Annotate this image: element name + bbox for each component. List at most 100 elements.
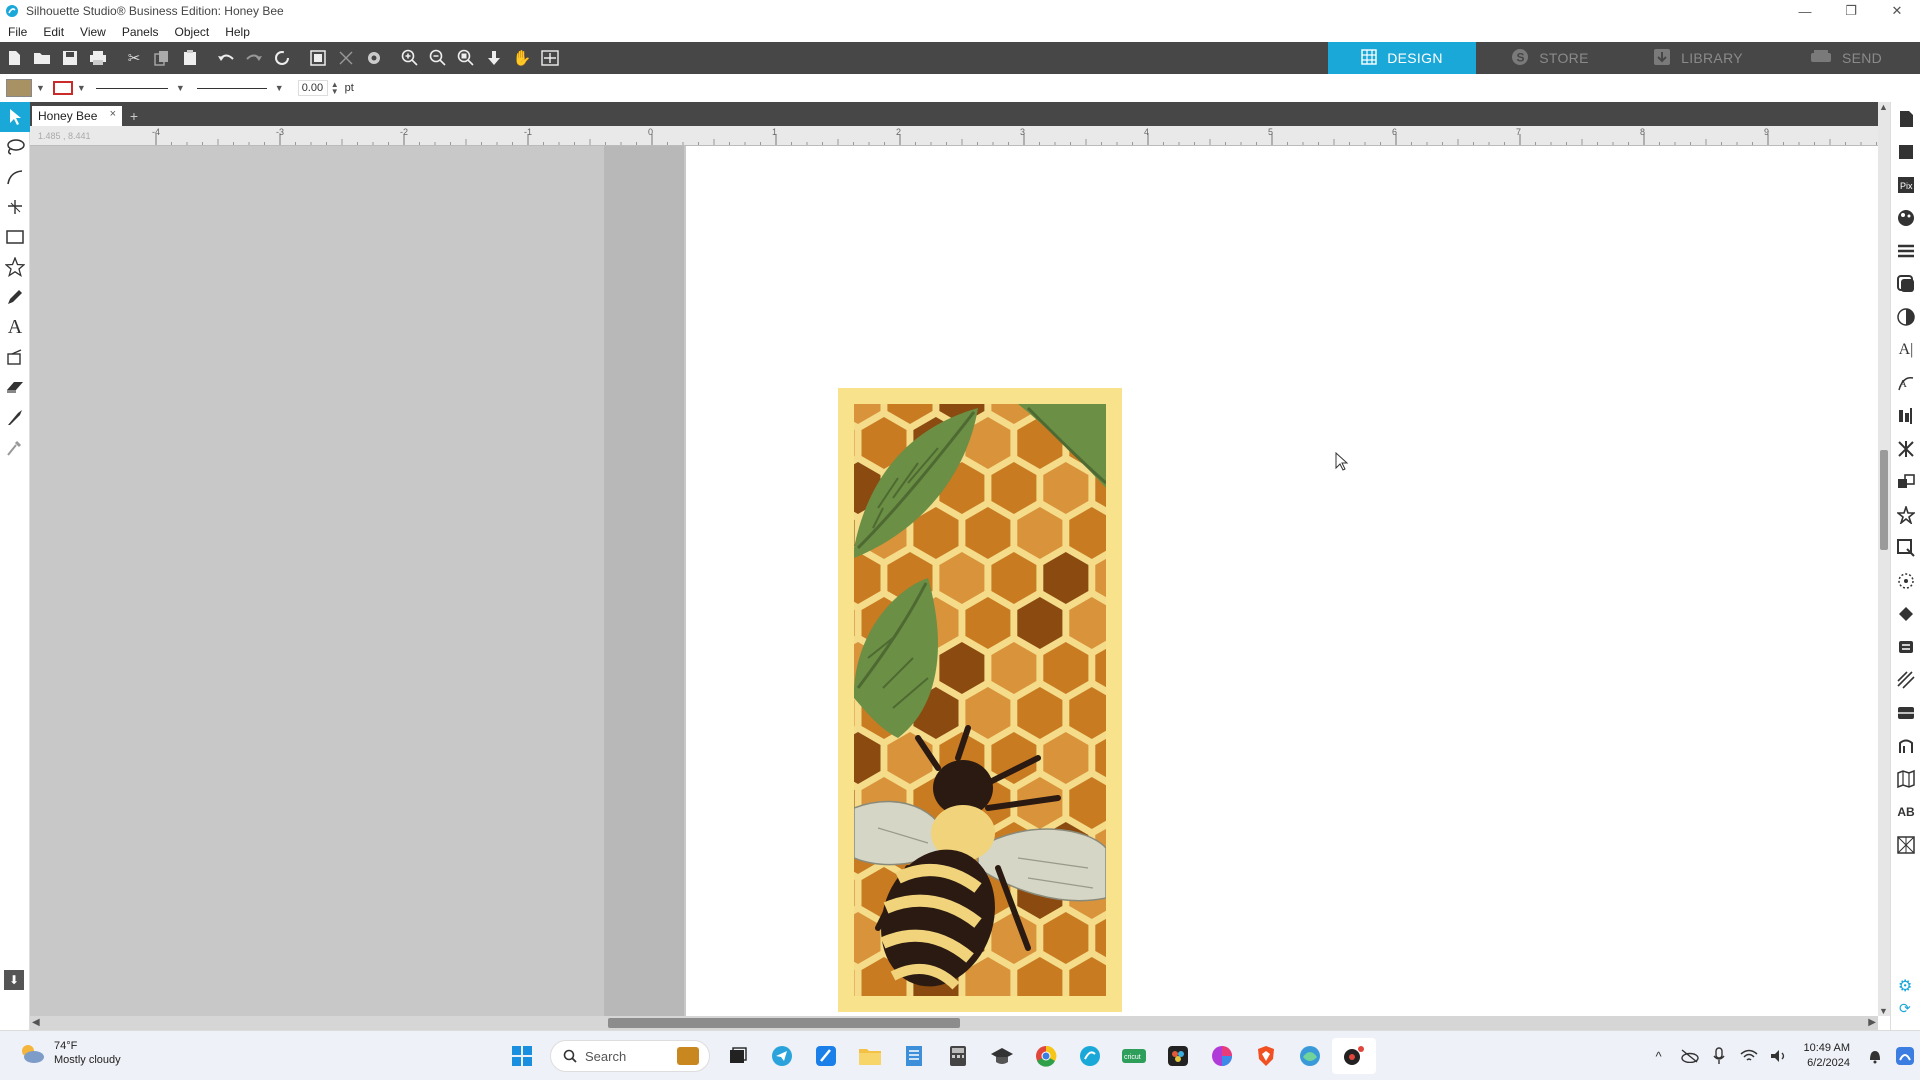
group-icon[interactable] xyxy=(304,44,332,72)
pan-hand-icon[interactable]: ✋ xyxy=(508,44,536,72)
line-style-chevron-icon[interactable]: ▼ xyxy=(176,83,185,93)
menu-help[interactable]: Help xyxy=(217,25,258,39)
notepad-icon[interactable] xyxy=(892,1038,936,1074)
align-icon[interactable] xyxy=(1891,399,1920,432)
transform-icon[interactable] xyxy=(1891,432,1920,465)
cricut-icon[interactable]: cricut xyxy=(1112,1038,1156,1074)
menu-object[interactable]: Object xyxy=(167,25,218,39)
fill-color-swatch[interactable] xyxy=(6,79,32,97)
page-setup-icon[interactable] xyxy=(1891,102,1920,135)
line-join-chevron-icon[interactable]: ▼ xyxy=(275,83,284,93)
knife-tool-icon[interactable] xyxy=(0,402,30,432)
calculator-icon[interactable] xyxy=(936,1038,980,1074)
print-icon[interactable] xyxy=(84,44,112,72)
line-style-select[interactable] xyxy=(95,87,168,89)
davinci-icon[interactable] xyxy=(1156,1038,1200,1074)
tab-design[interactable]: DESIGN xyxy=(1328,42,1476,74)
horizontal-scrollbar[interactable]: ◀ ▶ xyxy=(30,1016,1878,1030)
pix-scan-icon[interactable]: Pix xyxy=(1891,168,1920,201)
line-width-stepper-icon[interactable]: ▲ ▼ xyxy=(331,81,339,96)
line-color-chevron-icon[interactable]: ▼ xyxy=(77,83,86,93)
scroll-right-arrow-icon[interactable]: ▶ xyxy=(1868,1017,1876,1028)
transparency-icon[interactable] xyxy=(1891,300,1920,333)
doc-tab-close-icon[interactable]: × xyxy=(110,108,116,120)
save-icon[interactable] xyxy=(56,44,84,72)
cut-icon[interactable]: ✂ xyxy=(120,44,148,72)
replicate-icon[interactable] xyxy=(1891,465,1920,498)
text-style-icon[interactable]: A| xyxy=(1891,333,1920,366)
volume-icon[interactable] xyxy=(1764,1041,1794,1071)
fill-dropdown-chevron-icon[interactable]: ▼ xyxy=(36,83,45,93)
system-clock[interactable]: 10:49 AM 6/2/2024 xyxy=(1794,1041,1860,1071)
notification-bell-icon[interactable] xyxy=(1860,1041,1890,1071)
horizontal-scroll-thumb[interactable] xyxy=(608,1018,960,1028)
canvas-area[interactable] xyxy=(30,146,1878,1016)
layers-icon[interactable] xyxy=(1891,663,1920,696)
taskbar-search-box[interactable]: Search xyxy=(550,1040,710,1072)
add-tab-button[interactable]: + xyxy=(125,106,143,126)
lasso-tool-icon[interactable] xyxy=(0,132,30,162)
silhouette-app-icon[interactable] xyxy=(1068,1038,1112,1074)
refresh-icon[interactable]: ⟳ xyxy=(1899,1000,1911,1017)
notes-app-icon[interactable] xyxy=(804,1038,848,1074)
doc-tab-honey-bee[interactable]: Honey Bee × xyxy=(32,106,122,126)
curve-tool-icon[interactable] xyxy=(0,162,30,192)
fit-page-icon[interactable] xyxy=(536,44,564,72)
line-join-select[interactable] xyxy=(196,87,267,89)
settings-gear-icon[interactable]: ⚙ xyxy=(1898,976,1912,996)
onedrive-offline-icon[interactable] xyxy=(1674,1041,1704,1071)
pen-tool-icon[interactable] xyxy=(0,282,30,312)
tab-send[interactable]: SEND xyxy=(1772,42,1920,74)
minimize-button[interactable]: — xyxy=(1782,0,1828,22)
undo-icon[interactable] xyxy=(212,44,240,72)
line-color-swatch[interactable] xyxy=(52,81,73,95)
weld-icon[interactable] xyxy=(1891,630,1920,663)
scroll-up-arrow-icon[interactable]: ▲ xyxy=(1879,102,1888,112)
blob-app-icon[interactable] xyxy=(1288,1038,1332,1074)
menu-view[interactable]: View xyxy=(72,25,114,39)
close-button[interactable]: ✕ xyxy=(1874,0,1920,22)
eyedropper-tool-icon[interactable] xyxy=(0,432,30,462)
move-down-icon[interactable] xyxy=(480,44,508,72)
zoom-fit-icon[interactable] xyxy=(452,44,480,72)
ungroup-icon[interactable] xyxy=(332,44,360,72)
trace-icon[interactable] xyxy=(1891,564,1920,597)
new-file-icon[interactable] xyxy=(0,44,28,72)
chrome-icon[interactable] xyxy=(1024,1038,1068,1074)
eraser-tool-icon[interactable] xyxy=(0,372,30,402)
text-tool-icon[interactable]: A xyxy=(0,312,30,342)
modify-icon[interactable] xyxy=(1891,498,1920,531)
offset-icon[interactable] xyxy=(1891,531,1920,564)
tray-chevron-up-icon[interactable]: ^ xyxy=(1644,1041,1674,1071)
task-view-icon[interactable] xyxy=(716,1038,760,1074)
text-to-path-icon[interactable]: A xyxy=(1891,366,1920,399)
line-style-icon[interactable] xyxy=(1891,234,1920,267)
line-width-input[interactable]: 0.00 xyxy=(297,80,328,96)
color-wheel-icon[interactable] xyxy=(1200,1038,1244,1074)
menu-file[interactable]: File xyxy=(0,25,35,39)
tab-library[interactable]: LIBRARY xyxy=(1624,42,1772,74)
star-tool-icon[interactable] xyxy=(0,252,30,282)
vertical-scrollbar[interactable]: ▲ ▼ xyxy=(1878,102,1890,1016)
microphone-icon[interactable] xyxy=(1704,1041,1734,1071)
zoom-out-icon[interactable] xyxy=(424,44,452,72)
nesting-icon[interactable] xyxy=(1891,597,1920,630)
telegram-icon[interactable] xyxy=(760,1038,804,1074)
scroll-left-arrow-icon[interactable]: ◀ xyxy=(32,1017,40,1028)
paste-icon[interactable] xyxy=(176,44,204,72)
rotate-icon[interactable] xyxy=(268,44,296,72)
copy-icon[interactable] xyxy=(148,44,176,72)
redo-icon[interactable] xyxy=(240,44,268,72)
restore-button[interactable]: ❐ xyxy=(1828,0,1874,22)
point-edit-tool-icon[interactable] xyxy=(0,192,30,222)
shapes-icon[interactable] xyxy=(1891,135,1920,168)
copilot-icon[interactable] xyxy=(1890,1041,1920,1071)
windows-start-icon[interactable] xyxy=(500,1038,544,1074)
brave-icon[interactable] xyxy=(1244,1038,1288,1074)
menu-edit[interactable]: Edit xyxy=(35,25,72,39)
open-folder-icon[interactable] xyxy=(28,44,56,72)
rectangle-tool-icon[interactable] xyxy=(0,222,30,252)
shadow-icon[interactable] xyxy=(1891,267,1920,300)
pattern-icon[interactable] xyxy=(1891,828,1920,861)
tab-store[interactable]: S STORE xyxy=(1476,42,1624,74)
